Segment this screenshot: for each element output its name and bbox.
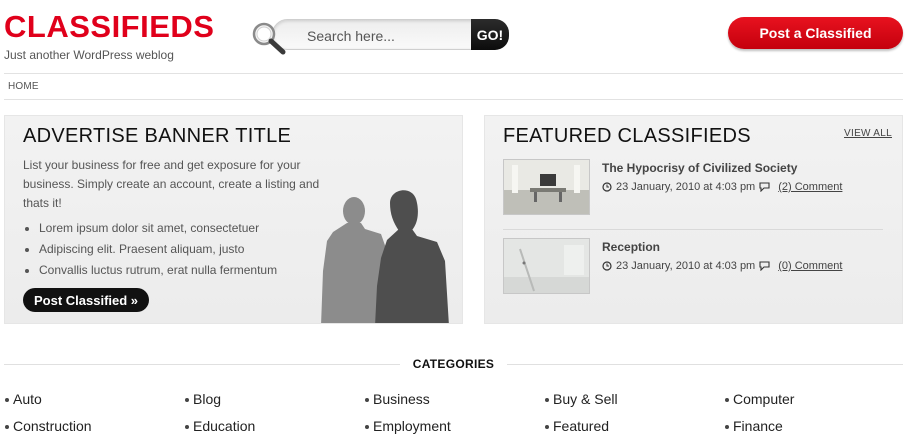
category-link[interactable]: Featured	[544, 418, 609, 434]
featured-item: The Hypocrisy of Civilized Society 23 Ja…	[503, 159, 883, 219]
banner-bullet-list: Lorem ipsum dolor sit amet, consectetuer…	[23, 218, 277, 281]
magnifier-icon	[252, 22, 286, 55]
category-link[interactable]: Blog	[184, 391, 221, 407]
comment-icon	[759, 261, 770, 271]
featured-item-comments[interactable]: (0) Comment	[778, 260, 842, 272]
category-link[interactable]: Computer	[724, 391, 794, 407]
category-link[interactable]: Employment	[365, 418, 451, 434]
category-link[interactable]: Education	[184, 418, 255, 434]
comment-icon	[759, 182, 770, 192]
post-classified-banner-button[interactable]: Post Classified »	[23, 288, 150, 312]
advertise-banner: ADVERTISE BANNER TITLE List your busines…	[4, 115, 463, 324]
clock-icon	[602, 261, 612, 271]
featured-divider	[503, 229, 883, 230]
featured-title: FEATURED CLASSIFIEDS	[503, 125, 751, 147]
categories-divider-right	[507, 364, 903, 365]
featured-item-date: 23 January, 2010 at 4:03 pm	[616, 181, 756, 193]
search-input[interactable]	[307, 20, 492, 51]
featured-item: Reception 23 January, 2010 at 4:03 pm (0…	[503, 238, 883, 298]
clock-icon	[602, 182, 612, 192]
breadcrumb: HOME	[4, 73, 903, 100]
post-classified-button[interactable]: Post a Classified	[728, 17, 903, 49]
breadcrumb-home-link[interactable]: HOME	[8, 81, 39, 92]
search-go-button[interactable]: GO!	[471, 19, 509, 50]
reception-photo-thumbnail	[504, 239, 589, 293]
featured-item-comments[interactable]: (2) Comment	[778, 181, 842, 193]
featured-item-meta: 23 January, 2010 at 4:03 pm (0) Comment	[602, 260, 842, 272]
featured-item-title[interactable]: The Hypocrisy of Civilized Society	[602, 161, 797, 175]
search-box	[272, 19, 492, 51]
banner-bullet: Convallis luctus rutrum, erat nulla ferm…	[23, 260, 277, 281]
category-link[interactable]: Construction	[5, 418, 92, 434]
banner-title: ADVERTISE BANNER TITLE	[23, 125, 292, 147]
category-link[interactable]: Auto	[5, 391, 42, 407]
business-people-silhouette	[321, 190, 449, 323]
categories-heading: CATEGORIES	[412, 357, 495, 371]
search-form: GO!	[250, 19, 510, 55]
categories-divider-left	[4, 364, 400, 365]
featured-item-title[interactable]: Reception	[602, 240, 660, 254]
featured-classifieds: FEATURED CLASSIFIEDS VIEW ALL The Hypocr…	[484, 115, 903, 324]
view-all-link[interactable]: VIEW ALL	[844, 128, 892, 139]
category-link[interactable]: Buy & Sell	[545, 391, 618, 407]
category-link[interactable]: Finance	[725, 418, 783, 434]
banner-text: List your business for free and get expo…	[23, 158, 320, 210]
banner-bullet: Lorem ipsum dolor sit amet, consectetuer	[23, 218, 277, 239]
banner-bullet: Adipiscing elit. Praesent aliquam, justo	[23, 239, 277, 260]
site-tagline: Just another WordPress weblog	[4, 48, 174, 62]
featured-thumbnail[interactable]	[503, 159, 590, 215]
featured-thumbnail[interactable]	[503, 238, 590, 294]
featured-item-date: 23 January, 2010 at 4:03 pm	[616, 260, 756, 272]
site-logo[interactable]: CLASSIFIEDS	[4, 10, 214, 44]
office-photo-thumbnail	[504, 160, 589, 214]
category-link[interactable]: Business	[365, 391, 430, 407]
featured-item-meta: 23 January, 2010 at 4:03 pm (2) Comment	[602, 181, 842, 193]
